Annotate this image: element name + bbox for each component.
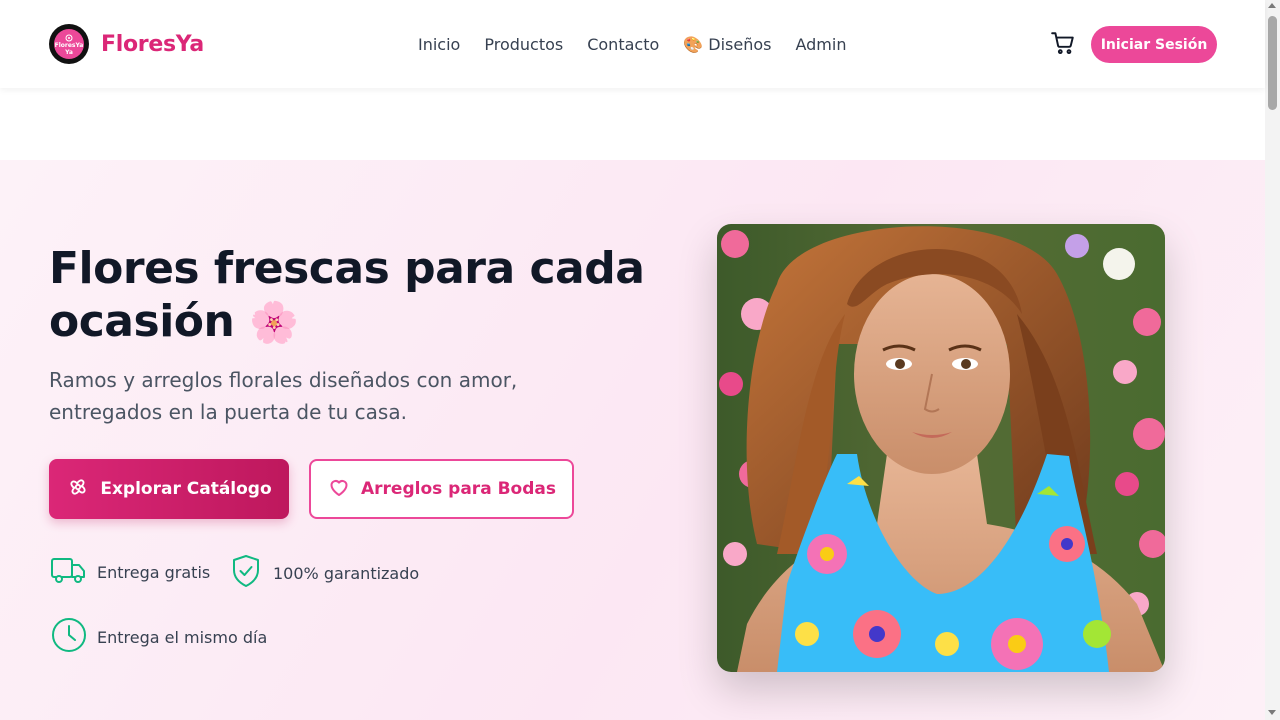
site-header: FloresYa Ya FloresYa Inicio Productos Co…: [0, 0, 1265, 88]
woman-with-flowers-image: [717, 224, 1165, 672]
flower-logo-icon: FloresYa Ya: [54, 29, 84, 59]
clock-icon: [49, 617, 87, 657]
feature-label: Entrega el mismo día: [97, 627, 268, 647]
cart-icon[interactable]: [1050, 30, 1076, 56]
brand-logo[interactable]: FloresYa Ya: [49, 24, 89, 64]
shield-check-icon: [229, 553, 263, 593]
brand-name[interactable]: FloresYa: [101, 32, 204, 57]
main-nav: Inicio Productos Contacto 🎨 Diseños Admi…: [418, 0, 846, 88]
hero-title: Flores frescas para cada ocasión 🌸: [49, 242, 649, 350]
feature-label: Entrega gratis: [97, 562, 211, 582]
nav-link-disenos[interactable]: 🎨 Diseños: [683, 35, 771, 54]
feature-guaranteed: 100% garantizado: [229, 553, 419, 593]
hero-subtitle: Ramos y arreglos florales diseñados con …: [49, 368, 518, 424]
explore-catalog-label: Explorar Catálogo: [100, 479, 272, 499]
feature-free-delivery: Entrega gratis: [49, 553, 210, 591]
truck-icon: [49, 553, 87, 591]
login-button[interactable]: Iniciar Sesión: [1091, 26, 1217, 63]
scroll-down-arrow-icon[interactable]: [1268, 710, 1276, 715]
scroll-thumb[interactable]: [1268, 16, 1277, 110]
hero-title-text: Flores frescas para cada ocasión: [49, 243, 645, 347]
hero-section: Flores frescas para cada ocasión 🌸 Ramos…: [0, 160, 1265, 720]
nav-link-productos[interactable]: Productos: [484, 35, 563, 54]
nav-link-contacto[interactable]: Contacto: [587, 35, 659, 54]
nav-link-inicio[interactable]: Inicio: [418, 35, 460, 54]
explore-catalog-button[interactable]: Explorar Catálogo: [49, 459, 289, 519]
flower-icon: [66, 475, 90, 504]
scroll-up-arrow-icon[interactable]: [1268, 3, 1276, 8]
nav-link-admin[interactable]: Admin: [795, 35, 846, 54]
brand[interactable]: FloresYa Ya FloresYa: [49, 24, 204, 64]
feature-same-day: Entrega el mismo día: [49, 617, 267, 657]
heart-icon: [327, 475, 351, 504]
feature-label: 100% garantizado: [273, 563, 420, 583]
wedding-arrangements-button[interactable]: Arreglos para Bodas: [309, 459, 574, 519]
wedding-arrangements-label: Arreglos para Bodas: [361, 479, 556, 499]
logo-text: FloresYa: [55, 42, 84, 49]
page-scrollbar[interactable]: [1265, 0, 1280, 720]
cherry-blossom-icon: 🌸: [249, 300, 299, 346]
hero-image: [717, 224, 1165, 672]
svg-text:Ya: Ya: [64, 49, 73, 56]
